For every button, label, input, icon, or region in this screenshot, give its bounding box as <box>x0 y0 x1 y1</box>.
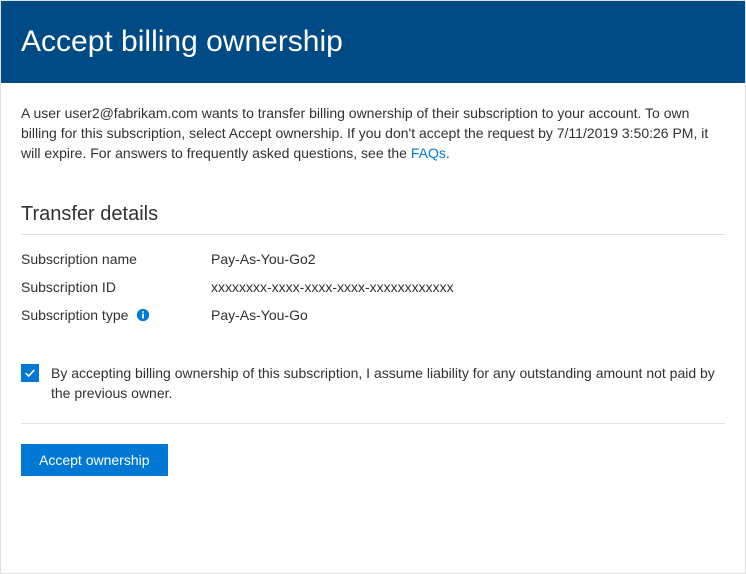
subscription-type-label: Subscription type <box>21 307 128 323</box>
subscription-id-value: xxxxxxxx-xxxx-xxxx-xxxx-xxxxxxxxxxxx <box>211 279 454 295</box>
intro-text-part2: . <box>446 145 450 161</box>
subscription-name-value: Pay-As-You-Go2 <box>211 251 316 267</box>
consent-label: By accepting billing ownership of this s… <box>51 363 725 403</box>
consent-checkbox[interactable] <box>21 364 39 382</box>
detail-label: Subscription type <box>21 307 211 323</box>
consent-row: By accepting billing ownership of this s… <box>21 363 725 424</box>
detail-row-subscription-id: Subscription ID xxxxxxxx-xxxx-xxxx-xxxx-… <box>21 279 725 295</box>
dialog-title: Accept billing ownership <box>21 25 343 58</box>
section-title-transfer-details: Transfer details <box>21 203 725 235</box>
dialog-body: A user user2@fabrikam.com wants to trans… <box>1 83 745 496</box>
subscription-type-value: Pay-As-You-Go <box>211 307 308 323</box>
subscription-id-label: Subscription ID <box>21 279 116 295</box>
faqs-link[interactable]: FAQs <box>411 145 446 161</box>
intro-text-part1: A user user2@fabrikam.com wants to trans… <box>21 105 708 161</box>
detail-row-subscription-name: Subscription name Pay-As-You-Go2 <box>21 251 725 267</box>
accept-ownership-button[interactable]: Accept ownership <box>21 444 168 476</box>
dialog-header: Accept billing ownership <box>1 1 745 83</box>
detail-label: Subscription ID <box>21 279 211 295</box>
detail-row-subscription-type: Subscription type Pay-As-You-Go <box>21 307 725 323</box>
intro-text: A user user2@fabrikam.com wants to trans… <box>21 103 725 163</box>
info-icon[interactable] <box>136 308 150 322</box>
detail-label: Subscription name <box>21 251 211 267</box>
subscription-name-label: Subscription name <box>21 251 137 267</box>
